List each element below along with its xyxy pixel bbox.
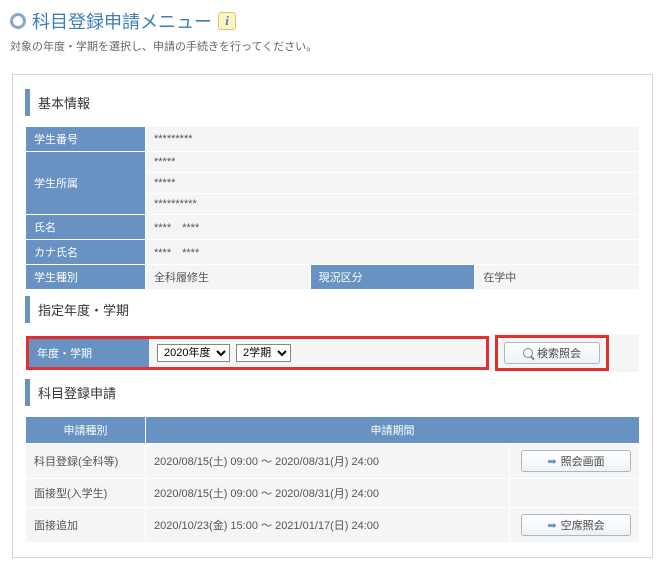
value-type: 全科履修生 [146, 265, 311, 290]
view-button-label: 照会画面 [561, 453, 605, 469]
value-name: **** **** [146, 215, 640, 240]
value-affiliation-2: ***** [146, 173, 640, 194]
value-student-no: ********* [146, 127, 640, 152]
search-icon [523, 348, 533, 358]
search-highlight: 検索照会 [498, 338, 606, 368]
cell-period: 2020/08/15(土) 09:00 ～ 2020/08/31(月) 24:0… [146, 479, 510, 508]
label-affiliation: 学生所属 [26, 152, 146, 215]
label-status: 現況区分 [310, 265, 475, 290]
view-button[interactable]: ➡ 照会画面 [521, 450, 631, 472]
arrow-icon: ➡ [547, 455, 556, 468]
section-applications: 科目登録申請 [25, 379, 640, 406]
cell-period: 2020/10/23(金) 15:00 ～ 2021/01/17(日) 24:0… [146, 508, 510, 543]
label-type: 学生種別 [26, 265, 146, 290]
table-row: 科目登録(全科等) 2020/08/15(土) 09:00 ～ 2020/08/… [26, 444, 640, 479]
value-kana: **** **** [146, 240, 640, 265]
cell-type: 科目登録(全科等) [26, 444, 146, 479]
main-panel: 基本情報 学生番号 ********* 学生所属 ***** ***** ***… [12, 74, 653, 558]
cell-type: 面接型(入学生) [26, 479, 146, 508]
info-icon[interactable]: i [218, 12, 236, 30]
cell-type: 面接追加 [26, 508, 146, 543]
section-term-select: 指定年度・学期 [25, 296, 640, 323]
circle-icon [10, 13, 26, 29]
vacancy-button[interactable]: ➡ 空席照会 [521, 514, 631, 536]
page-header: 科目登録申請メニュー i 対象の年度・学期を選択し、申請の手続きを行ってください… [0, 0, 665, 66]
value-affiliation-3: ********** [146, 194, 640, 215]
vacancy-button-label: 空席照会 [561, 517, 605, 533]
col-period: 申請期間 [146, 417, 640, 444]
col-type: 申請種別 [26, 417, 146, 444]
table-row: 面接追加 2020/10/23(金) 15:00 ～ 2021/01/17(日)… [26, 508, 640, 543]
page-subtitle: 対象の年度・学期を選択し、申請の手続きを行ってください。 [10, 34, 655, 62]
arrow-icon: ➡ [547, 519, 556, 532]
table-row: 面接型(入学生) 2020/08/15(土) 09:00 ～ 2020/08/3… [26, 479, 640, 508]
applications-table: 申請種別 申請期間 科目登録(全科等) 2020/08/15(土) 09:00 … [25, 416, 640, 543]
section-basic-info: 基本情報 [25, 89, 640, 116]
basic-info-table: 学生番号 ********* 学生所属 ***** ***** ********… [25, 126, 640, 290]
search-button[interactable]: 検索照会 [504, 342, 600, 364]
cell-period: 2020/08/15(土) 09:00 ～ 2020/08/31(月) 24:0… [146, 444, 510, 479]
label-name: 氏名 [26, 215, 146, 240]
year-select[interactable]: 2020年度 [157, 344, 230, 362]
label-kana: カナ氏名 [26, 240, 146, 265]
value-affiliation-1: ***** [146, 152, 640, 173]
term-select[interactable]: 2学期 [236, 344, 291, 362]
label-student-no: 学生番号 [26, 127, 146, 152]
label-term: 年度・学期 [29, 339, 149, 367]
search-button-label: 検索照会 [537, 345, 581, 361]
term-select-table: 年度・学期 2020年度 2学期 [25, 333, 640, 373]
value-status: 在学中 [475, 265, 640, 290]
page-title: 科目登録申請メニュー [32, 8, 212, 34]
